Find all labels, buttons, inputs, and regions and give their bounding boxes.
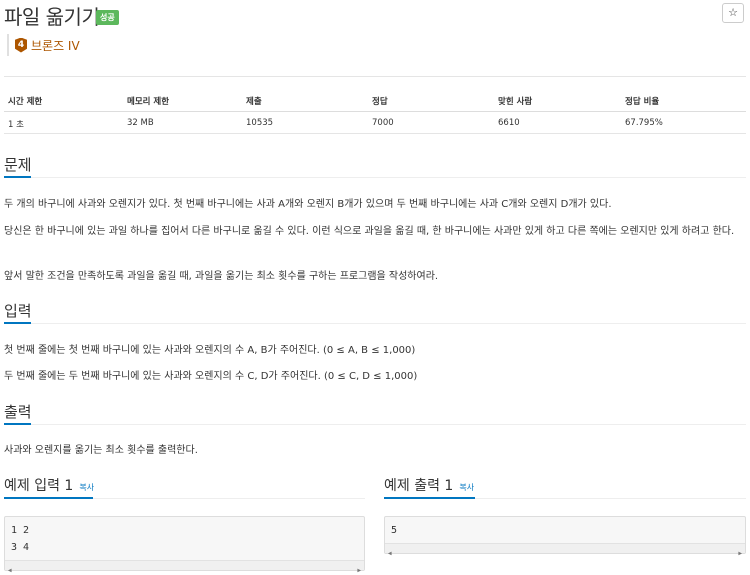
info-table-top-border — [4, 76, 746, 77]
input-section-divider — [4, 323, 746, 324]
copy-sample-input-link[interactable]: 복사 — [79, 482, 94, 493]
problem-section-divider — [4, 177, 746, 178]
sample-input-box[interactable]: 1 2 3 4 ◀ ▶ — [4, 516, 365, 574]
header-accept-ratio: 정답 비율 — [625, 97, 660, 107]
problem-paragraph: 두 개의 바구니에 사과와 오렌지가 있다. 첫 번째 바구니에는 사과 A개와… — [4, 199, 612, 210]
status-badge: 성공 — [96, 10, 119, 25]
sample-output-line: 5 — [391, 525, 398, 536]
header-memory-limit: 메모리 제한 — [127, 97, 170, 107]
value-accept-ratio: 67.795% — [625, 118, 663, 128]
sample-output-underline — [384, 497, 475, 499]
scroll-right-icon[interactable]: ▶ — [738, 545, 742, 562]
copy-sample-output-link[interactable]: 복사 — [459, 482, 474, 493]
scroll-left-icon[interactable]: ◀ — [388, 545, 392, 562]
sample-output-title: 예제 출력 1 — [384, 478, 454, 494]
value-memory-limit: 32 MB — [127, 118, 154, 128]
header-time-limit: 시간 제한 — [8, 97, 43, 107]
input-paragraph: 두 번째 줄에는 두 번째 바구니에 있는 사과와 오렌지의 수 C, D가 주… — [4, 371, 418, 382]
problem-section-title: 문제 — [4, 156, 32, 174]
problem-paragraph: 당신은 한 바구니에 있는 과일 하나를 집어서 다른 바구니로 옮길 수 있다… — [4, 226, 735, 237]
sample-input-line: 1 2 — [11, 525, 30, 536]
sample-output-scrollbar[interactable]: ◀ ▶ — [385, 543, 745, 557]
header-solved-users: 맞힌 사람 — [498, 97, 533, 107]
output-section-divider — [4, 424, 746, 425]
input-paragraph: 첫 번째 줄에는 첫 번째 바구니에 있는 사과와 오렌지의 수 A, B가 주… — [4, 345, 416, 356]
output-paragraph: 사과와 오렌지를 옮기는 최소 횟수를 출력한다. — [4, 445, 198, 456]
problem-section-underline — [4, 176, 31, 178]
tier-badge[interactable]: 4 브론즈 IV — [7, 34, 80, 56]
sample-output-box[interactable]: 5 ◀ ▶ — [384, 516, 746, 557]
info-table-bottom-border — [4, 133, 746, 134]
sample-input-underline — [4, 497, 93, 499]
input-section-title: 입력 — [4, 302, 32, 320]
output-section-underline — [4, 423, 31, 425]
header-submissions: 제출 — [246, 97, 262, 107]
sample-input-line: 3 4 — [11, 542, 30, 553]
value-submissions: 10535 — [246, 118, 274, 128]
info-table-header-border — [4, 111, 746, 112]
tier-label: 브론즈 IV — [31, 38, 80, 53]
value-solved-users: 6610 — [498, 118, 520, 128]
output-section-title: 출력 — [4, 403, 32, 421]
sample-output-header: 예제 출력 1 복사 — [384, 475, 474, 495]
star-button[interactable]: ☆ — [722, 3, 744, 23]
problem-paragraph: 앞서 말한 조건을 만족하도록 과일을 옮길 때, 과일을 옮기는 최소 횟수를… — [4, 271, 439, 282]
header-accepted: 정답 — [372, 97, 388, 107]
sample-input-header: 예제 입력 1 복사 — [4, 475, 94, 495]
value-time-limit: 1 초 — [8, 120, 24, 130]
input-section-underline — [4, 322, 31, 324]
value-accepted: 7000 — [372, 118, 394, 128]
scroll-right-icon[interactable]: ▶ — [357, 562, 361, 575]
bronze-tier-icon: 4 — [15, 37, 27, 53]
star-icon: ☆ — [728, 6, 738, 19]
page-title: 파일 옮기기 — [4, 5, 100, 29]
scroll-left-icon[interactable]: ◀ — [8, 562, 12, 575]
sample-input-scrollbar[interactable]: ◀ ▶ — [5, 560, 364, 574]
sample-input-title: 예제 입력 1 — [4, 478, 74, 494]
